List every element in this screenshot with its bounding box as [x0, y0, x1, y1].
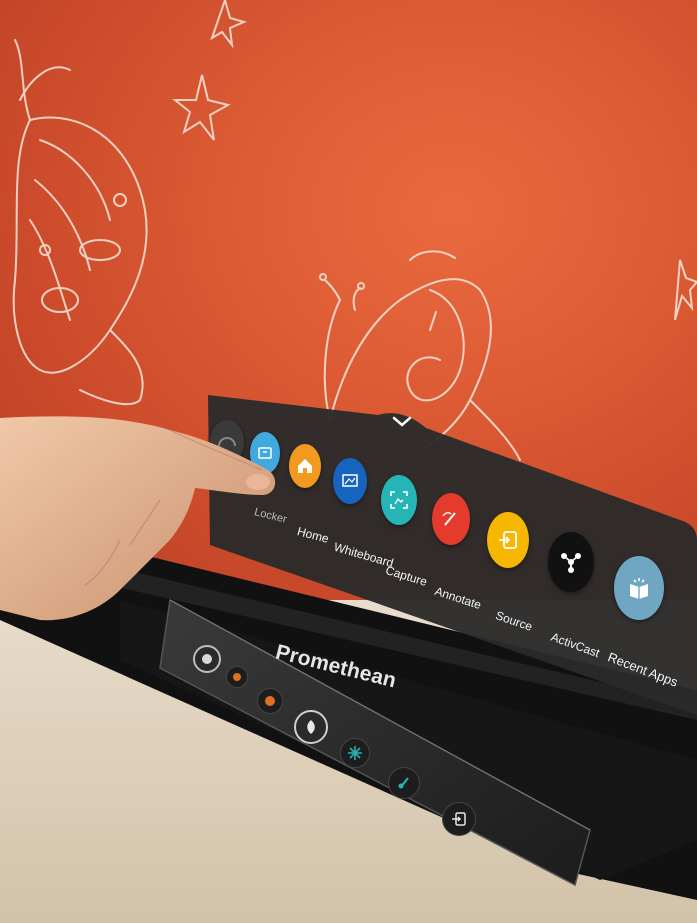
annotate-hardware-button[interactable]: [388, 767, 420, 799]
recent-apps-icon: [614, 556, 664, 620]
orange-led-icon: [265, 696, 275, 706]
locker-icon: [250, 432, 280, 474]
promethean-logo-icon: [307, 720, 315, 734]
annotate-icon: [432, 493, 470, 545]
hardware-button-2[interactable]: [226, 666, 248, 688]
photo-scene: Locker Home Whiteboard Capture Annotate …: [0, 0, 697, 923]
power-button[interactable]: [193, 645, 221, 673]
source-icon: [487, 512, 529, 568]
hardware-button-3[interactable]: [257, 688, 283, 714]
activcast-icon: [548, 532, 594, 592]
annotate-icon: [398, 777, 409, 789]
capture-icon: [381, 475, 417, 525]
chevron-down-icon: [392, 416, 412, 427]
whiteboard-icon: [333, 458, 367, 504]
source-icon: [452, 812, 466, 826]
orange-led-icon: [233, 673, 241, 681]
home-hardware-button[interactable]: [294, 710, 328, 744]
power-icon: [202, 654, 212, 664]
partial-icon: [210, 420, 244, 464]
freeze-hardware-button[interactable]: [340, 738, 370, 768]
source-hardware-button[interactable]: [442, 802, 476, 836]
freeze-icon: [348, 746, 362, 760]
home-icon: [289, 444, 321, 488]
menu-toggle-tab[interactable]: [380, 408, 424, 436]
